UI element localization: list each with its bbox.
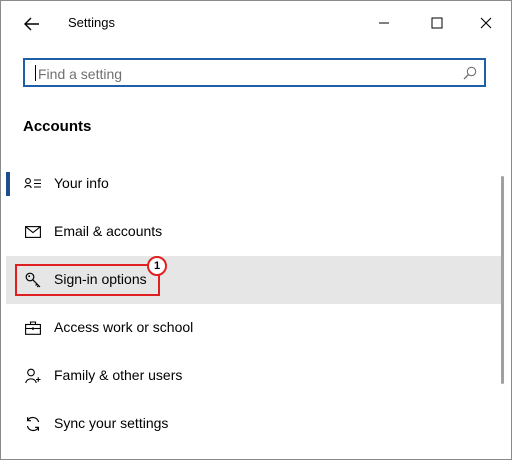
back-arrow-icon bbox=[24, 17, 39, 31]
annotation-highlight-box bbox=[15, 264, 160, 296]
minimize-button[interactable] bbox=[361, 7, 407, 39]
search-input[interactable]: Find a setting bbox=[23, 58, 486, 87]
vertical-scrollbar[interactable] bbox=[501, 176, 504, 384]
section-heading: Accounts bbox=[23, 118, 92, 135]
person-card-icon bbox=[23, 174, 43, 194]
close-icon bbox=[480, 17, 492, 29]
nav-item-access-work-school[interactable]: Access work or school bbox=[6, 304, 501, 352]
nav-item-your-info[interactable]: Your info bbox=[6, 160, 501, 208]
settings-window: Settings Find a setting Accounts Your in… bbox=[0, 0, 512, 460]
back-button[interactable] bbox=[15, 9, 49, 39]
text-caret bbox=[35, 65, 36, 81]
search-icon[interactable] bbox=[463, 66, 477, 80]
search-placeholder: Find a setting bbox=[38, 66, 123, 82]
title-bar: Settings bbox=[1, 1, 511, 45]
sync-icon bbox=[23, 414, 43, 434]
nav-label-sync-settings: Sync your settings bbox=[54, 415, 169, 431]
maximize-icon bbox=[431, 17, 443, 29]
nav-label-access-work-school: Access work or school bbox=[54, 319, 194, 335]
person-add-icon bbox=[23, 366, 43, 386]
nav-label-your-info: Your info bbox=[54, 175, 109, 191]
briefcase-icon bbox=[23, 318, 43, 338]
annotation-step-badge: 1 bbox=[147, 256, 167, 276]
nav-item-email-accounts[interactable]: Email & accounts bbox=[6, 208, 501, 256]
envelope-icon bbox=[23, 222, 43, 242]
nav-item-sync-settings[interactable]: Sync your settings bbox=[6, 400, 501, 448]
minimize-icon bbox=[379, 22, 389, 24]
active-indicator bbox=[6, 172, 10, 196]
nav-label-family-other-users: Family & other users bbox=[54, 367, 183, 383]
nav-item-family-other-users[interactable]: Family & other users bbox=[6, 352, 501, 400]
close-button[interactable] bbox=[463, 7, 509, 39]
nav-label-email-accounts: Email & accounts bbox=[54, 223, 163, 239]
window-title: Settings bbox=[68, 15, 115, 30]
maximize-button[interactable] bbox=[414, 7, 460, 39]
